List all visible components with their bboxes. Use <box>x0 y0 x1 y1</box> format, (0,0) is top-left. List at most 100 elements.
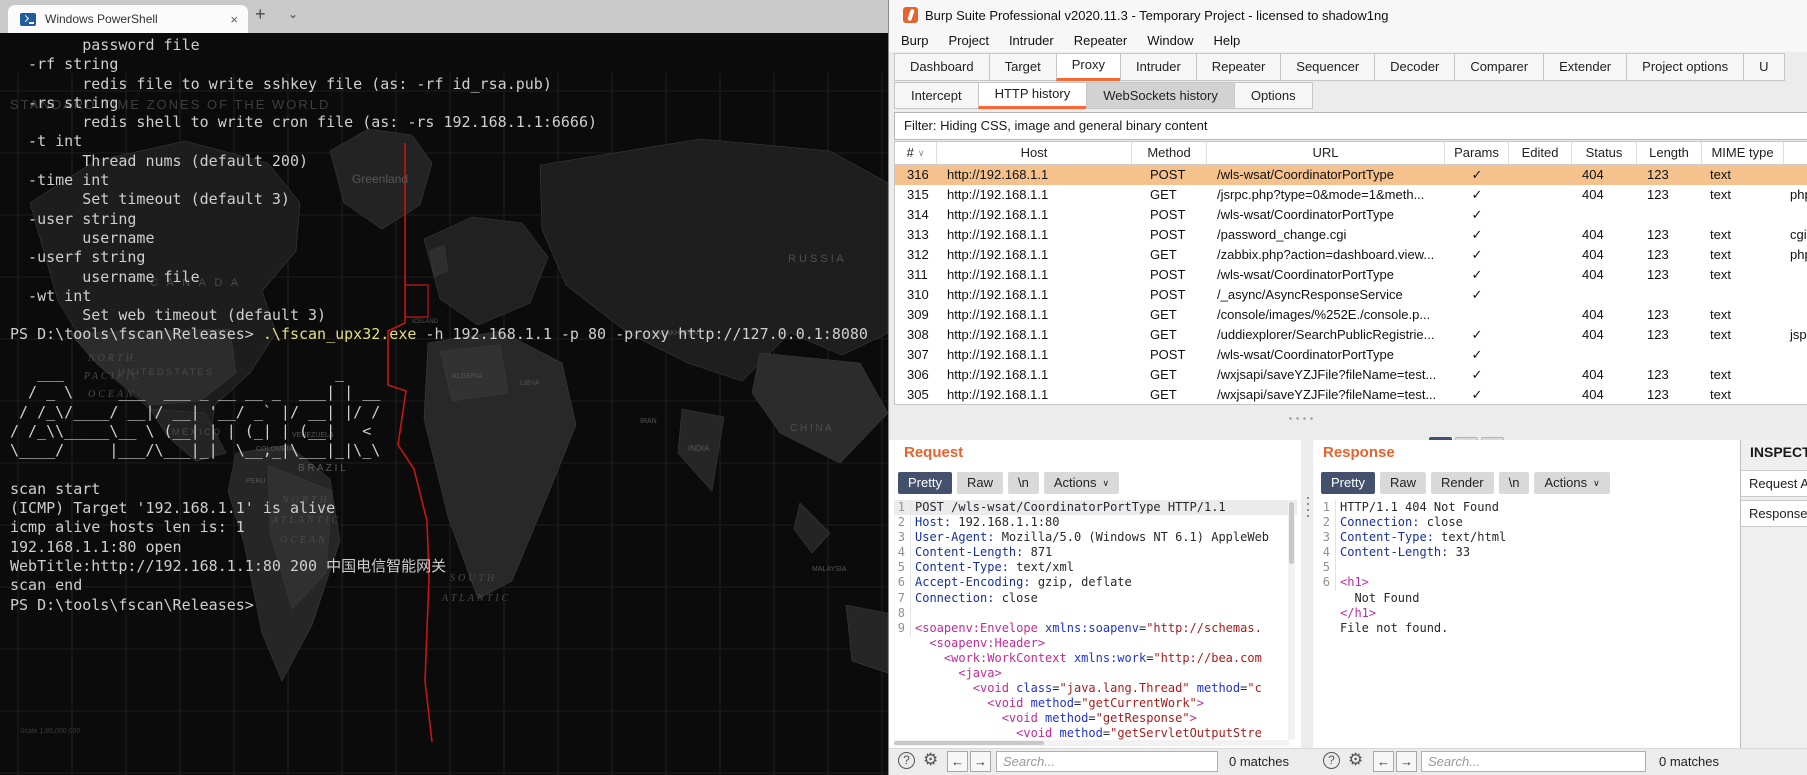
table-row[interactable]: 309 http://192.168.1.1 GET/console/images/… <box>895 305 1807 325</box>
request-vertical-scrollbar[interactable] <box>1288 500 1295 740</box>
menu-item-repeater[interactable]: Repeater <box>1064 30 1137 48</box>
table-row[interactable]: 307 http://192.168.1.1 POST/wls-wsat/Coord… <box>895 345 1807 365</box>
cell-status <box>1572 345 1637 365</box>
table-header[interactable]: # ∨ Host Method URL Params Edited Status Length M… <box>895 142 1807 165</box>
panel-divider[interactable] <box>1301 440 1313 748</box>
code-line: 1 POST /wls-wsat/CoordinatorPortType HTTP… <box>894 500 1297 516</box>
terminal-line: ___ _ <box>10 364 345 383</box>
table-row[interactable]: 308 http://192.168.1.1 GET/uddiexplorer/Se… <box>895 325 1807 345</box>
view-tab-pretty[interactable]: Pretty <box>898 472 952 494</box>
request-horizontal-scrollbar[interactable] <box>894 740 1289 746</box>
column-header-mime-type[interactable]: MIME type <box>1702 142 1784 164</box>
table-row[interactable]: 306 http://192.168.1.1 GET/wxjsapi/saveYZJ… <box>895 365 1807 385</box>
column-header-url[interactable]: URL <box>1207 142 1445 164</box>
column-header-params[interactable]: Params <box>1445 142 1509 164</box>
inspector-section-request-attributes[interactable]: Request Att <box>1741 470 1807 497</box>
table-row[interactable]: 311 http://192.168.1.1 POST/wls-wsat/Coord… <box>895 265 1807 285</box>
sub-tab-options[interactable]: Options <box>1233 82 1313 109</box>
next-match-button[interactable]: → <box>1396 751 1417 772</box>
terminal-line: 192.168.1.1:80 open <box>10 537 182 556</box>
gear-icon[interactable]: ⚙ <box>1348 750 1363 770</box>
help-icon[interactable]: ? <box>1323 752 1340 769</box>
cell-length: 123 <box>1647 167 1669 182</box>
cell-mime-type: text <box>1710 267 1731 282</box>
table-row[interactable]: 316 http://192.168.1.1 POST/wls-wsat/Coord… <box>895 165 1807 185</box>
tab-dropdown-icon[interactable]: ⌄ <box>288 7 298 21</box>
column-header-edited[interactable]: Edited <box>1509 142 1572 164</box>
view-tab-raw[interactable]: Raw <box>956 472 1003 494</box>
sub-tab-websockets-history[interactable]: WebSockets history <box>1086 82 1235 109</box>
column-header-status[interactable]: Status <box>1572 142 1637 164</box>
column-header-length[interactable]: Length <box>1637 142 1702 164</box>
view-tab-actions[interactable]: Actions ∨ <box>1043 472 1120 494</box>
next-match-button[interactable]: → <box>970 751 991 772</box>
column-header-method[interactable]: Method <box>1132 142 1207 164</box>
terminal-line: PS D:\tools\fscan\Releases> .\fscan_upx3… <box>10 325 868 344</box>
prev-match-button[interactable]: ← <box>947 751 968 772</box>
main-tab-intruder[interactable]: Intruder <box>1119 53 1197 81</box>
terminal-line: / _ \ ___ ___ _ __ __ _ ___| | __ <box>10 383 381 402</box>
line-number: 9 <box>894 620 911 636</box>
help-icon[interactable]: ? <box>898 752 915 769</box>
cell--: 310 <box>907 287 929 302</box>
column-header-host[interactable]: Host <box>937 142 1132 164</box>
menu-item-help[interactable]: Help <box>1203 30 1250 48</box>
burp-proxy-sub-tabs: Intercept HTTP history WebSockets history O… <box>889 81 1807 109</box>
view-tab-n[interactable]: \n <box>1498 472 1530 494</box>
view-tab-render[interactable]: Render <box>1430 472 1494 494</box>
code-line: Not Found <box>1340 590 1420 605</box>
main-tab-target[interactable]: Target <box>988 53 1057 81</box>
splitter-dots-icon[interactable] <box>1287 416 1317 421</box>
inspector-section-response[interactable]: Response <box>1741 500 1807 527</box>
main-tab-dashboard[interactable]: Dashboard <box>894 53 990 81</box>
code-line: 5 Content-Type: text/xml <box>894 560 1297 576</box>
new-tab-button[interactable]: + <box>255 4 266 25</box>
prev-match-button[interactable]: ← <box>1373 751 1394 772</box>
terminal-line: \____/ |___/\___|_| \__,_|\___|_|\_\ <box>10 441 381 460</box>
cell-mime-type: text <box>1710 327 1731 342</box>
column-header-ext[interactable]: Ext <box>1784 142 1807 164</box>
view-tab-raw[interactable]: Raw <box>1379 472 1426 494</box>
cell-status: 404 <box>1582 167 1604 182</box>
view-tab-actions[interactable]: Actions ∨ <box>1534 472 1610 494</box>
response-search-input[interactable] <box>1421 751 1646 772</box>
response-editor[interactable]: 1 HTTP/1.1 404 Not Found 2 Connection: clos… <box>1319 500 1733 746</box>
table-row[interactable]: 305 http://192.168.1.1 GET/wxjsapi/saveYZJ… <box>895 385 1807 404</box>
terminal-screen[interactable]: STANDARD TIME ZONES OF THE WORLD C A N A … <box>0 33 888 775</box>
cell-params: ✓ <box>1471 287 1483 302</box>
terminal-tab[interactable]: Windows PowerShell × <box>8 5 248 33</box>
table-row[interactable]: 315 http://192.168.1.1 GET/jsrpc.php?type=… <box>895 185 1807 205</box>
view-tab-pretty[interactable]: Pretty <box>1321 472 1375 494</box>
main-tab-project-options[interactable]: Project options <box>1626 53 1745 81</box>
main-tab-sequencer[interactable]: Sequencer <box>1280 53 1376 81</box>
main-tab-u[interactable]: U <box>1743 53 1785 81</box>
view-tab-n[interactable]: \n <box>1007 472 1039 494</box>
column-header--[interactable]: # ∨ <box>895 142 937 164</box>
table-row[interactable]: 310 http://192.168.1.1 POST /_async/AsyncRe… <box>895 285 1807 305</box>
cell-url: /wls-wsat/CoordinatorPortType <box>1217 267 1395 282</box>
gear-icon[interactable]: ⚙ <box>923 750 938 770</box>
close-tab-icon[interactable]: × <box>230 12 238 27</box>
menu-item-window[interactable]: Window <box>1137 30 1203 48</box>
table-row[interactable]: 314 http://192.168.1.1 POST/wls-wsat/Coord… <box>895 205 1807 225</box>
sub-tab-http-history[interactable]: HTTP history <box>977 82 1088 109</box>
cell-edited <box>1509 365 1572 385</box>
cell-edited <box>1509 285 1572 305</box>
terminal-line: redis file to write sshkey file (as: -rf… <box>10 74 552 93</box>
menu-item-burp[interactable]: Burp <box>891 30 938 48</box>
main-tab-proxy[interactable]: Proxy <box>1055 53 1121 81</box>
main-tab-repeater[interactable]: Repeater <box>1195 53 1282 81</box>
table-row[interactable]: 312 http://192.168.1.1 GET/zabbix.php?acti… <box>895 245 1807 265</box>
request-search-input[interactable] <box>996 751 1218 772</box>
request-editor[interactable]: 1 POST /wls-wsat/CoordinatorPortType HTTP… <box>894 500 1297 746</box>
filter-bar[interactable]: Filter: Hiding CSS, image and general bi… <box>894 112 1807 140</box>
main-tab-decoder[interactable]: Decoder <box>1374 53 1456 81</box>
menu-item-project[interactable]: Project <box>938 30 998 48</box>
main-tab-comparer[interactable]: Comparer <box>1454 53 1545 81</box>
table-row[interactable]: 313 http://192.168.1.1 POST/password_chang… <box>895 225 1807 245</box>
cell-ext <box>1784 265 1807 285</box>
code-line: 2 Connection: close <box>1319 515 1733 531</box>
menu-item-intruder[interactable]: Intruder <box>999 30 1064 48</box>
sub-tab-intercept[interactable]: Intercept <box>894 82 979 109</box>
main-tab-extender[interactable]: Extender <box>1543 53 1628 81</box>
